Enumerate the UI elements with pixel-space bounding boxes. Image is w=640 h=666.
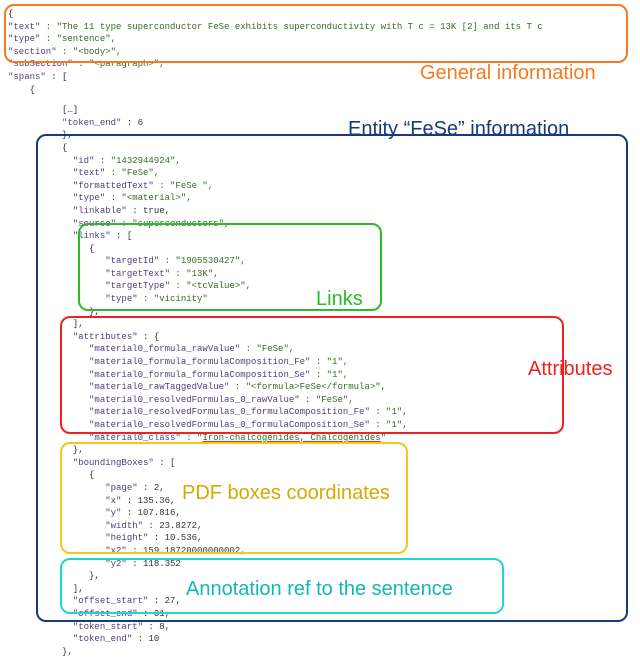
links-type: "type" : "vicinity" — [8, 293, 632, 306]
entity-formattedtext: "formattedText" : "FeSe ", — [8, 180, 632, 193]
bbox-x2: "x2" : 159.18720000000002, — [8, 545, 632, 558]
entity-type: "type" : "<material>", — [8, 192, 632, 205]
bbox-page: "page" : 2, — [8, 482, 632, 495]
brace: { — [8, 84, 632, 97]
entity-open: }, — [8, 129, 632, 142]
token-end-6: "token_end" : 6 — [8, 117, 632, 130]
entity-text: "text" : "FeSe", — [8, 167, 632, 180]
attr-rawtagged: "material0_rawTaggedValue" : "<formula>F… — [8, 381, 632, 394]
entity-linkable: "linkable" : true, — [8, 205, 632, 218]
attr-comp-se: "material0_formula_formulaComposition_Se… — [8, 369, 632, 382]
ann-offset-start: "offset_start" : 27, — [8, 595, 632, 608]
ann-offset-end: "offset_end" : 31, — [8, 608, 632, 621]
ann-token-start: "token_start" : 8, — [8, 621, 632, 634]
brace-open: { — [8, 8, 632, 21]
attr-resolved-fe: "material0_resolvedFormulas_0_formulaCom… — [8, 406, 632, 419]
general-section: "section" : "<body>", — [8, 46, 632, 59]
bbox-y2: "y2" : 118.352 — [8, 558, 632, 571]
attr-comp-fe: "material0_formula_formulaComposition_Fe… — [8, 356, 632, 369]
spans-key: "spans" : [ — [8, 71, 632, 84]
links-targetid: "targetId" : "1905530427", — [8, 255, 632, 268]
attr-resolved-raw: "material0_resolvedFormulas_0_rawValue" … — [8, 394, 632, 407]
links-targettype: "targetType" : "<tcValue>", — [8, 280, 632, 293]
bbox-width: "width" : 23.8272, — [8, 520, 632, 533]
general-text: "text" : "The 11 type superconductor FeS… — [8, 21, 632, 34]
entity-source: "source" : "superconductors", — [8, 218, 632, 231]
bbox-x: "x" : 135.36, — [8, 495, 632, 508]
ann-token-end: "token_end" : 10 — [8, 633, 632, 646]
links-targettext: "targetText" : "13K", — [8, 268, 632, 281]
attrs-header: "attributes" : { — [8, 331, 632, 344]
attr-class: "material0_class" : "Iron-chalcogenides,… — [8, 432, 632, 445]
links-header: "links" : [ — [8, 230, 632, 243]
attr-rawvalue: "material0_formula_rawValue" : "FeSe", — [8, 343, 632, 356]
general-type: "type" : "sentence", — [8, 33, 632, 46]
bbox-header: "boundingBoxes" : [ — [8, 457, 632, 470]
ellipsis: […] — [8, 104, 632, 117]
bbox-height: "height" : 10.536, — [8, 532, 632, 545]
attr-resolved-se: "material0_resolvedFormulas_0_formulaCom… — [8, 419, 632, 432]
code-block: { "text" : "The 11 type superconductor F… — [8, 8, 632, 658]
general-subsection: "subSection" : "<paragraph>", — [8, 58, 632, 71]
entity-id: "id" : "1432944924", — [8, 155, 632, 168]
bbox-y: "y" : 107.816, — [8, 507, 632, 520]
